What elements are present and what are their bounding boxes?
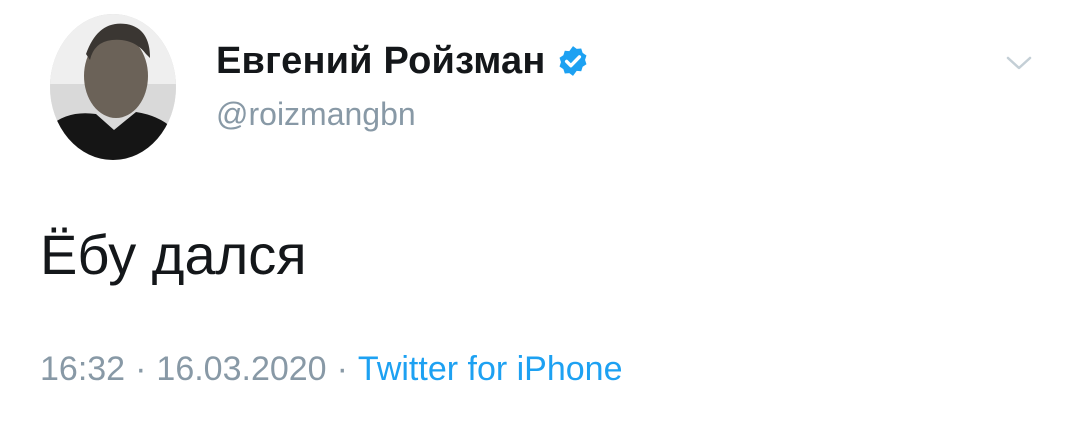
avatar[interactable] (50, 14, 176, 160)
author-name-row: Евгений Ройзман (216, 38, 590, 84)
tweet-date[interactable]: 16.03.2020 (156, 350, 326, 389)
author-handle[interactable]: @roizmangbn (216, 96, 416, 133)
chevron-down-icon[interactable] (1002, 50, 1036, 76)
verified-badge-icon (556, 44, 590, 78)
tweet-meta: 16:32 · 16.03.2020 · Twitter for iPhone (40, 350, 622, 389)
meta-separator: · (135, 350, 147, 388)
meta-separator: · (336, 350, 348, 388)
tweet-time[interactable]: 16:32 (40, 350, 125, 389)
author-display-name[interactable]: Евгений Ройзман (216, 40, 546, 83)
tweet-card: Евгений Ройзман @roizmangbn Ёбу дался 16… (0, 0, 1079, 426)
avatar-image (50, 14, 176, 160)
tweet-source-link[interactable]: Twitter for iPhone (358, 350, 623, 389)
tweet-text: Ёбу дался (40, 223, 307, 286)
